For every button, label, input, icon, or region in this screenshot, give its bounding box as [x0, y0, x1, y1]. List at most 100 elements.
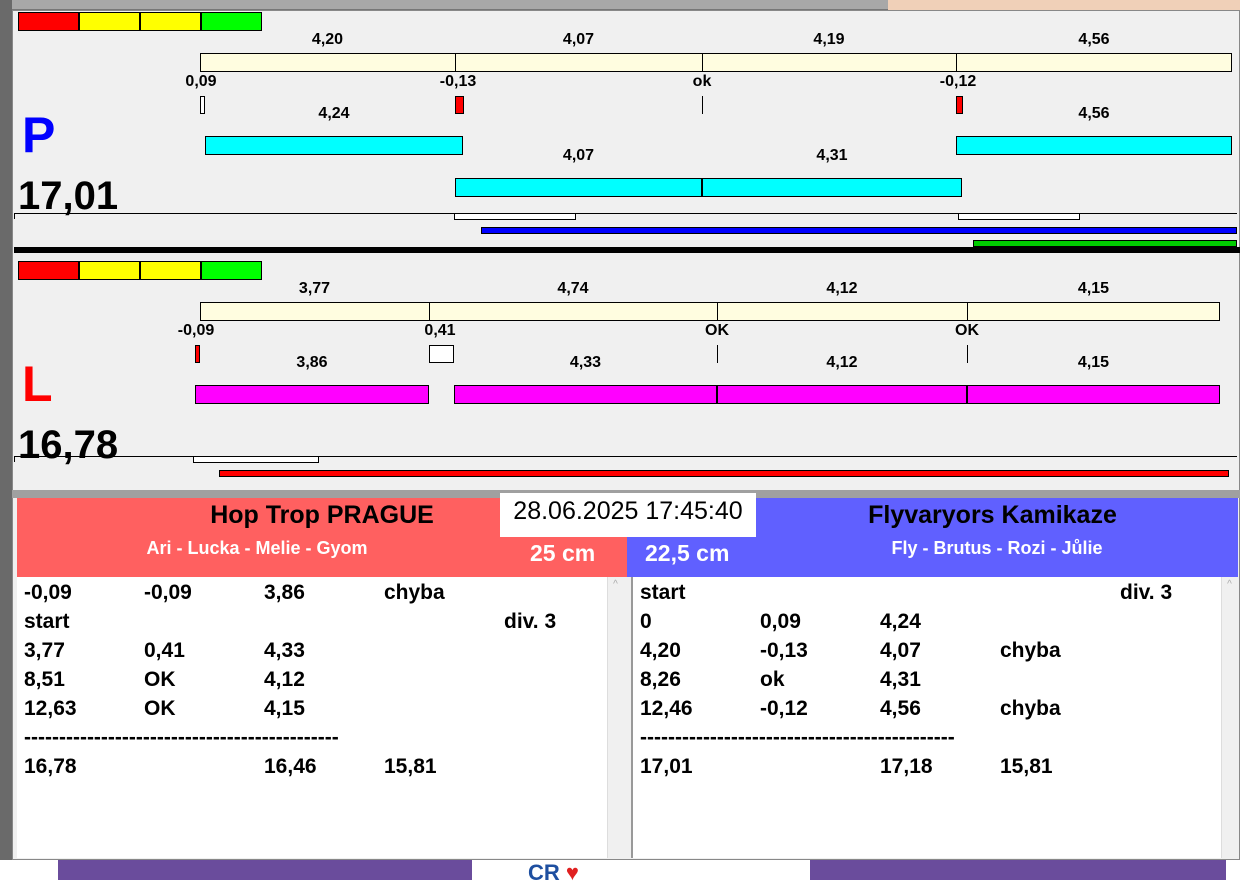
- left-team-height: 25 cm: [530, 540, 596, 566]
- segment-label: 4,56: [1078, 31, 1110, 48]
- diff-marker: [200, 96, 205, 114]
- right-team-name: Flyvaryors Kamikaze: [868, 501, 1117, 529]
- segment-divider: [967, 302, 968, 321]
- timing-box: [454, 213, 576, 220]
- table-cell: 17,18: [880, 755, 933, 778]
- table-cell: 4,31: [880, 668, 921, 691]
- table-cell: 4,15: [264, 697, 305, 720]
- diff-marker: [455, 96, 464, 114]
- table-cell: OK: [144, 668, 176, 691]
- datetime-display: 28.06.2025 17:45:40: [500, 493, 756, 537]
- background-banner-left: [58, 860, 472, 880]
- legend-swatch: [18, 12, 79, 31]
- diff-label: OK: [955, 322, 979, 339]
- table-cell: 3,86: [264, 581, 305, 604]
- table-cell: start: [640, 581, 686, 604]
- segment-divider: [429, 302, 430, 321]
- table-cell: 0,09: [760, 610, 801, 633]
- progress-bar: [481, 227, 1237, 234]
- table-cell: div. 3: [504, 610, 557, 633]
- run-label: 4,56: [1078, 105, 1110, 122]
- segment-bar: [200, 53, 1232, 72]
- track-tick: [14, 213, 15, 219]
- legend-swatch: [18, 261, 79, 280]
- table-cell: 4,20: [640, 639, 681, 662]
- table-cell: start: [24, 610, 70, 633]
- run-label: 4,24: [318, 105, 350, 122]
- diff-label: 0,41: [424, 322, 456, 339]
- run-bar: [967, 385, 1220, 404]
- legend-swatch: [201, 12, 262, 31]
- top-tab-strip: [0, 0, 888, 10]
- diff-label: -0,09: [177, 322, 215, 339]
- table-cell: 16,78: [24, 755, 77, 778]
- run-label: 4,15: [1077, 354, 1110, 371]
- legend-swatch: [140, 261, 201, 280]
- diff-label: ok: [692, 73, 712, 90]
- background-logo: CR ♥: [528, 860, 579, 885]
- table-separator: ----------------------------------------…: [24, 726, 339, 749]
- table-cell: -0,09: [24, 581, 72, 604]
- run-bar: [702, 178, 962, 197]
- table-cell: 12,63: [24, 697, 77, 720]
- run-label: 4,31: [816, 147, 848, 164]
- table-cell: 4,12: [264, 668, 305, 691]
- table-cell: -0,13: [760, 639, 808, 662]
- legend-swatch: [140, 12, 201, 31]
- table-cell: 8,51: [24, 668, 65, 691]
- diff-marker: [195, 345, 200, 363]
- table-cell: chyba: [384, 581, 445, 604]
- secondary-progress-bar: [973, 240, 1237, 247]
- run-bar: [455, 178, 702, 197]
- right-results-table: [631, 577, 1221, 858]
- run-bar: [956, 136, 1232, 155]
- table-cell: chyba: [1000, 697, 1061, 720]
- window-edge: [0, 0, 12, 860]
- segment-divider: [702, 53, 703, 72]
- table-cell: 4,33: [264, 639, 305, 662]
- segment-label: 4,74: [557, 280, 589, 297]
- lane-separator: [14, 247, 1240, 253]
- segment-label: 4,12: [826, 280, 858, 297]
- table-cell: 12,46: [640, 697, 693, 720]
- table-cell: -0,09: [144, 581, 192, 604]
- segment-divider: [455, 53, 456, 72]
- diff-marker: [717, 345, 718, 363]
- segment-label: 3,77: [298, 280, 331, 297]
- diff-label: -0,12: [939, 73, 977, 90]
- table-cell: 15,81: [384, 755, 437, 778]
- background-banner-right: [810, 860, 1226, 880]
- diff-marker: [967, 345, 968, 363]
- diff-label: -0,13: [439, 73, 477, 90]
- left-scrollbar[interactable]: ^: [607, 577, 623, 858]
- lane-total: 16,78: [18, 423, 119, 467]
- diff-marker: [956, 96, 963, 114]
- table-cell: 4,24: [880, 610, 921, 633]
- table-cell: 0: [640, 610, 652, 633]
- table-cell: ok: [760, 668, 785, 691]
- run-bar: [195, 385, 429, 404]
- legend-swatch: [201, 261, 262, 280]
- diff-marker: [702, 96, 703, 114]
- timing-box: [193, 456, 319, 463]
- diff-label: 0,09: [185, 73, 217, 90]
- scroll-up-icon[interactable]: ^: [608, 579, 623, 590]
- scroll-up-icon[interactable]: ^: [1222, 579, 1237, 590]
- table-separator: ----------------------------------------…: [640, 726, 955, 749]
- lane-letter: L: [22, 356, 53, 412]
- segment-label: 4,15: [1077, 280, 1110, 297]
- segment-bar: [200, 302, 1220, 321]
- right-scrollbar[interactable]: ^: [1221, 577, 1237, 858]
- lane-letter: P: [22, 107, 56, 163]
- timing-box: [958, 213, 1080, 220]
- progress-bar: [219, 470, 1229, 477]
- run-bar: [205, 136, 463, 155]
- table-cell: chyba: [1000, 639, 1061, 662]
- diff-marker: [429, 345, 454, 363]
- run-label: 4,33: [569, 354, 602, 371]
- track-tick: [14, 456, 15, 462]
- table-cell: div. 3: [1120, 581, 1173, 604]
- run-label: 4,12: [826, 354, 858, 371]
- segment-divider: [717, 302, 718, 321]
- table-cell: 4,56: [880, 697, 921, 720]
